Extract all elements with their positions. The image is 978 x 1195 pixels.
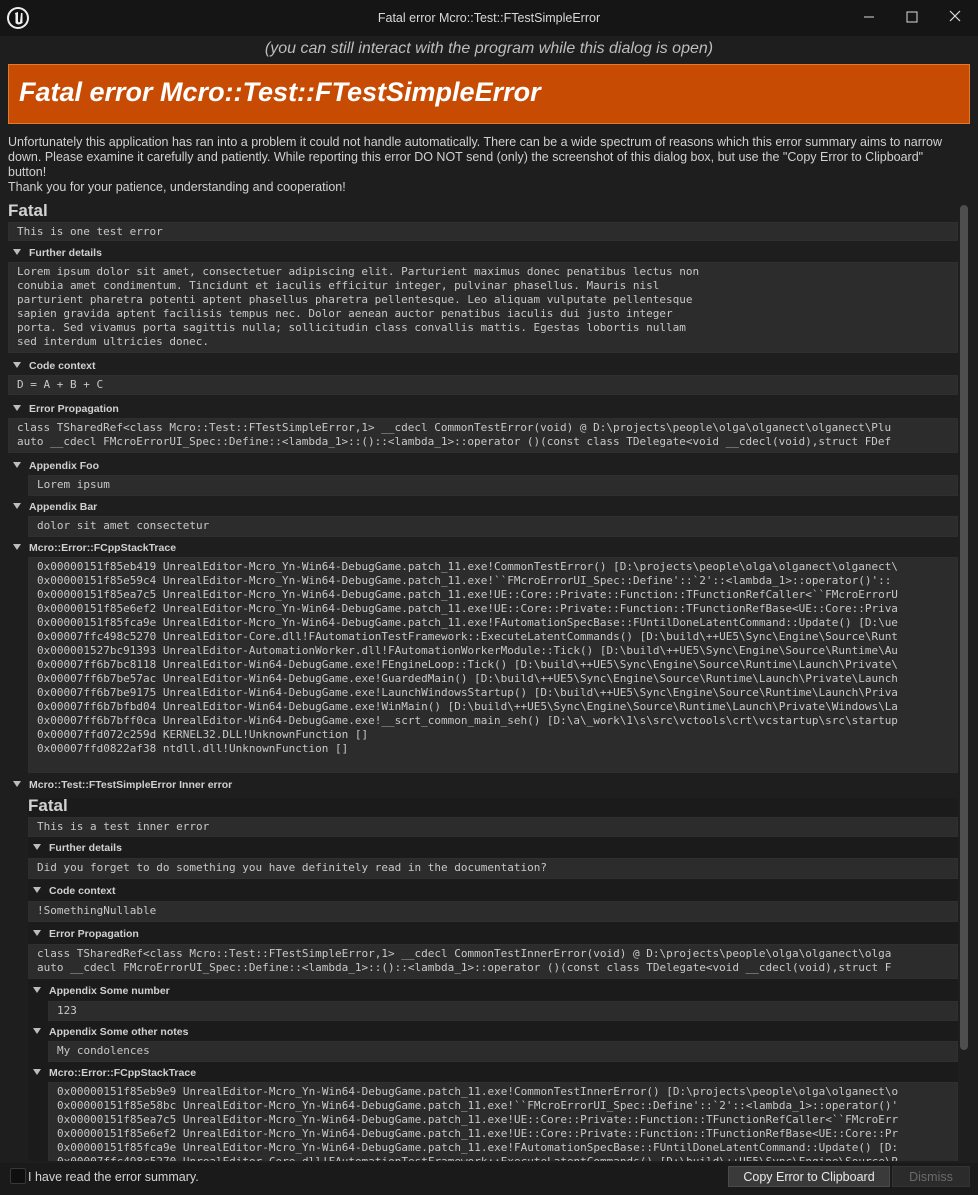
- section-label: Error Propagation: [29, 403, 119, 415]
- inner-further-details-text[interactable]: Did you forget to do something you have …: [28, 858, 958, 879]
- inner-section-appendix-number[interactable]: Appendix Some number: [33, 985, 170, 997]
- section-error-propagation[interactable]: Error Propagation: [13, 403, 119, 415]
- section-code-context[interactable]: Code context: [13, 360, 96, 372]
- inner-appendix-number-text[interactable]: 123: [48, 1001, 958, 1021]
- triangle-down-icon: [33, 987, 41, 993]
- inner-section-further-details[interactable]: Further details: [33, 842, 122, 854]
- section-label: Mcro::Error::FCppStackTrace: [49, 1067, 197, 1079]
- section-label: Appendix Bar: [29, 501, 98, 513]
- section-appendix-bar[interactable]: Appendix Bar: [13, 501, 97, 513]
- section-stack-trace[interactable]: Mcro::Error::FCppStackTrace: [13, 542, 176, 554]
- triangle-down-icon: [33, 887, 41, 893]
- triangle-down-icon: [13, 462, 21, 468]
- read-summary-checkbox[interactable]: [10, 1168, 26, 1184]
- error-severity: Fatal: [8, 201, 48, 220]
- section-label: Further details: [49, 842, 122, 854]
- dialog-subtitle: (you can still interact with the program…: [264, 40, 714, 57]
- appendix-bar-text[interactable]: dolor sit amet consectetur: [28, 516, 958, 537]
- inner-appendix-notes-text[interactable]: My condolences: [48, 1041, 958, 1062]
- section-inner-error[interactable]: Mcro::Test::FTestSimpleError Inner error: [13, 779, 232, 791]
- maximize-icon[interactable]: [897, 7, 927, 27]
- triangle-down-icon: [13, 249, 21, 255]
- error-summary-scroll-area[interactable]: Fatal This is one test error Further det…: [0, 198, 978, 1161]
- code-context-text[interactable]: D = A + B + C: [8, 375, 958, 395]
- inner-section-code-context[interactable]: Code context: [33, 885, 116, 897]
- inner-section-stack-trace[interactable]: Mcro::Error::FCppStackTrace: [33, 1067, 196, 1079]
- error-banner: Fatal error Mcro::Test::FTestSimpleError: [8, 64, 970, 124]
- window-title: Fatal error Mcro::Test::FTestSimpleError: [377, 11, 601, 25]
- copy-error-button[interactable]: Copy Error to Clipboard: [728, 1166, 890, 1187]
- section-label: Code context: [49, 885, 116, 897]
- section-label: Error Propagation: [49, 928, 139, 940]
- scrollbar-thumb[interactable]: [960, 205, 968, 1050]
- section-label: Further details: [29, 247, 102, 259]
- section-label: Code context: [29, 360, 96, 372]
- intro-text: Unfortunately this application has ran i…: [8, 135, 958, 195]
- triangle-down-icon: [33, 930, 41, 936]
- section-further-details[interactable]: Further details: [13, 247, 102, 259]
- inner-error-severity: Fatal: [28, 796, 68, 815]
- triangle-down-icon: [33, 1028, 41, 1034]
- inner-error-message[interactable]: This is a test inner error: [28, 817, 958, 837]
- section-label: Appendix Foo: [29, 460, 99, 472]
- error-message[interactable]: This is one test error: [8, 222, 958, 241]
- title-bar[interactable]: Fatal error Mcro::Test::FTestSimpleError: [0, 0, 978, 36]
- inner-code-context-text[interactable]: !SomethingNullable: [28, 901, 958, 922]
- intro-paragraph: Unfortunately this application has ran i…: [8, 135, 943, 179]
- triangle-down-icon: [13, 544, 21, 550]
- section-appendix-foo[interactable]: Appendix Foo: [13, 460, 99, 472]
- close-icon[interactable]: [940, 7, 970, 27]
- section-label: Mcro::Test::FTestSimpleError Inner error: [29, 779, 233, 791]
- triangle-down-icon: [13, 503, 21, 509]
- intro-thanks: Thank you for your patience, understandi…: [8, 180, 346, 194]
- dismiss-button[interactable]: Dismiss: [892, 1166, 970, 1187]
- appendix-foo-text[interactable]: Lorem ipsum: [28, 475, 958, 496]
- read-summary-label[interactable]: I have read the error summary.: [28, 1170, 199, 1184]
- triangle-down-icon: [33, 844, 41, 850]
- triangle-down-icon: [13, 781, 21, 787]
- triangle-down-icon: [13, 362, 21, 368]
- inner-error-propagation-text[interactable]: class TSharedRef<class Mcro::Test::FTest…: [28, 944, 958, 979]
- error-propagation-text[interactable]: class TSharedRef<class Mcro::Test::FTest…: [8, 418, 958, 453]
- banner-title: Fatal error Mcro::Test::FTestSimpleError: [19, 77, 541, 107]
- section-label: Appendix Some number: [49, 985, 170, 997]
- inner-section-appendix-notes[interactable]: Appendix Some other notes: [33, 1026, 188, 1038]
- triangle-down-icon: [13, 405, 21, 411]
- section-label: Appendix Some other notes: [49, 1026, 189, 1038]
- triangle-down-icon: [33, 1069, 41, 1075]
- stack-trace-text[interactable]: 0x00000151f85eb419 UnrealEditor-Mcro_Yn-…: [28, 557, 958, 773]
- further-details-text[interactable]: Lorem ipsum dolor sit amet, consectetuer…: [8, 262, 958, 353]
- minimize-icon[interactable]: [854, 7, 884, 27]
- inner-stack-trace-text[interactable]: 0x00000151f85eb9e9 UnrealEditor-Mcro_Yn-…: [48, 1082, 958, 1161]
- section-label: Mcro::Error::FCppStackTrace: [29, 542, 177, 554]
- inner-section-error-propagation[interactable]: Error Propagation: [33, 928, 139, 940]
